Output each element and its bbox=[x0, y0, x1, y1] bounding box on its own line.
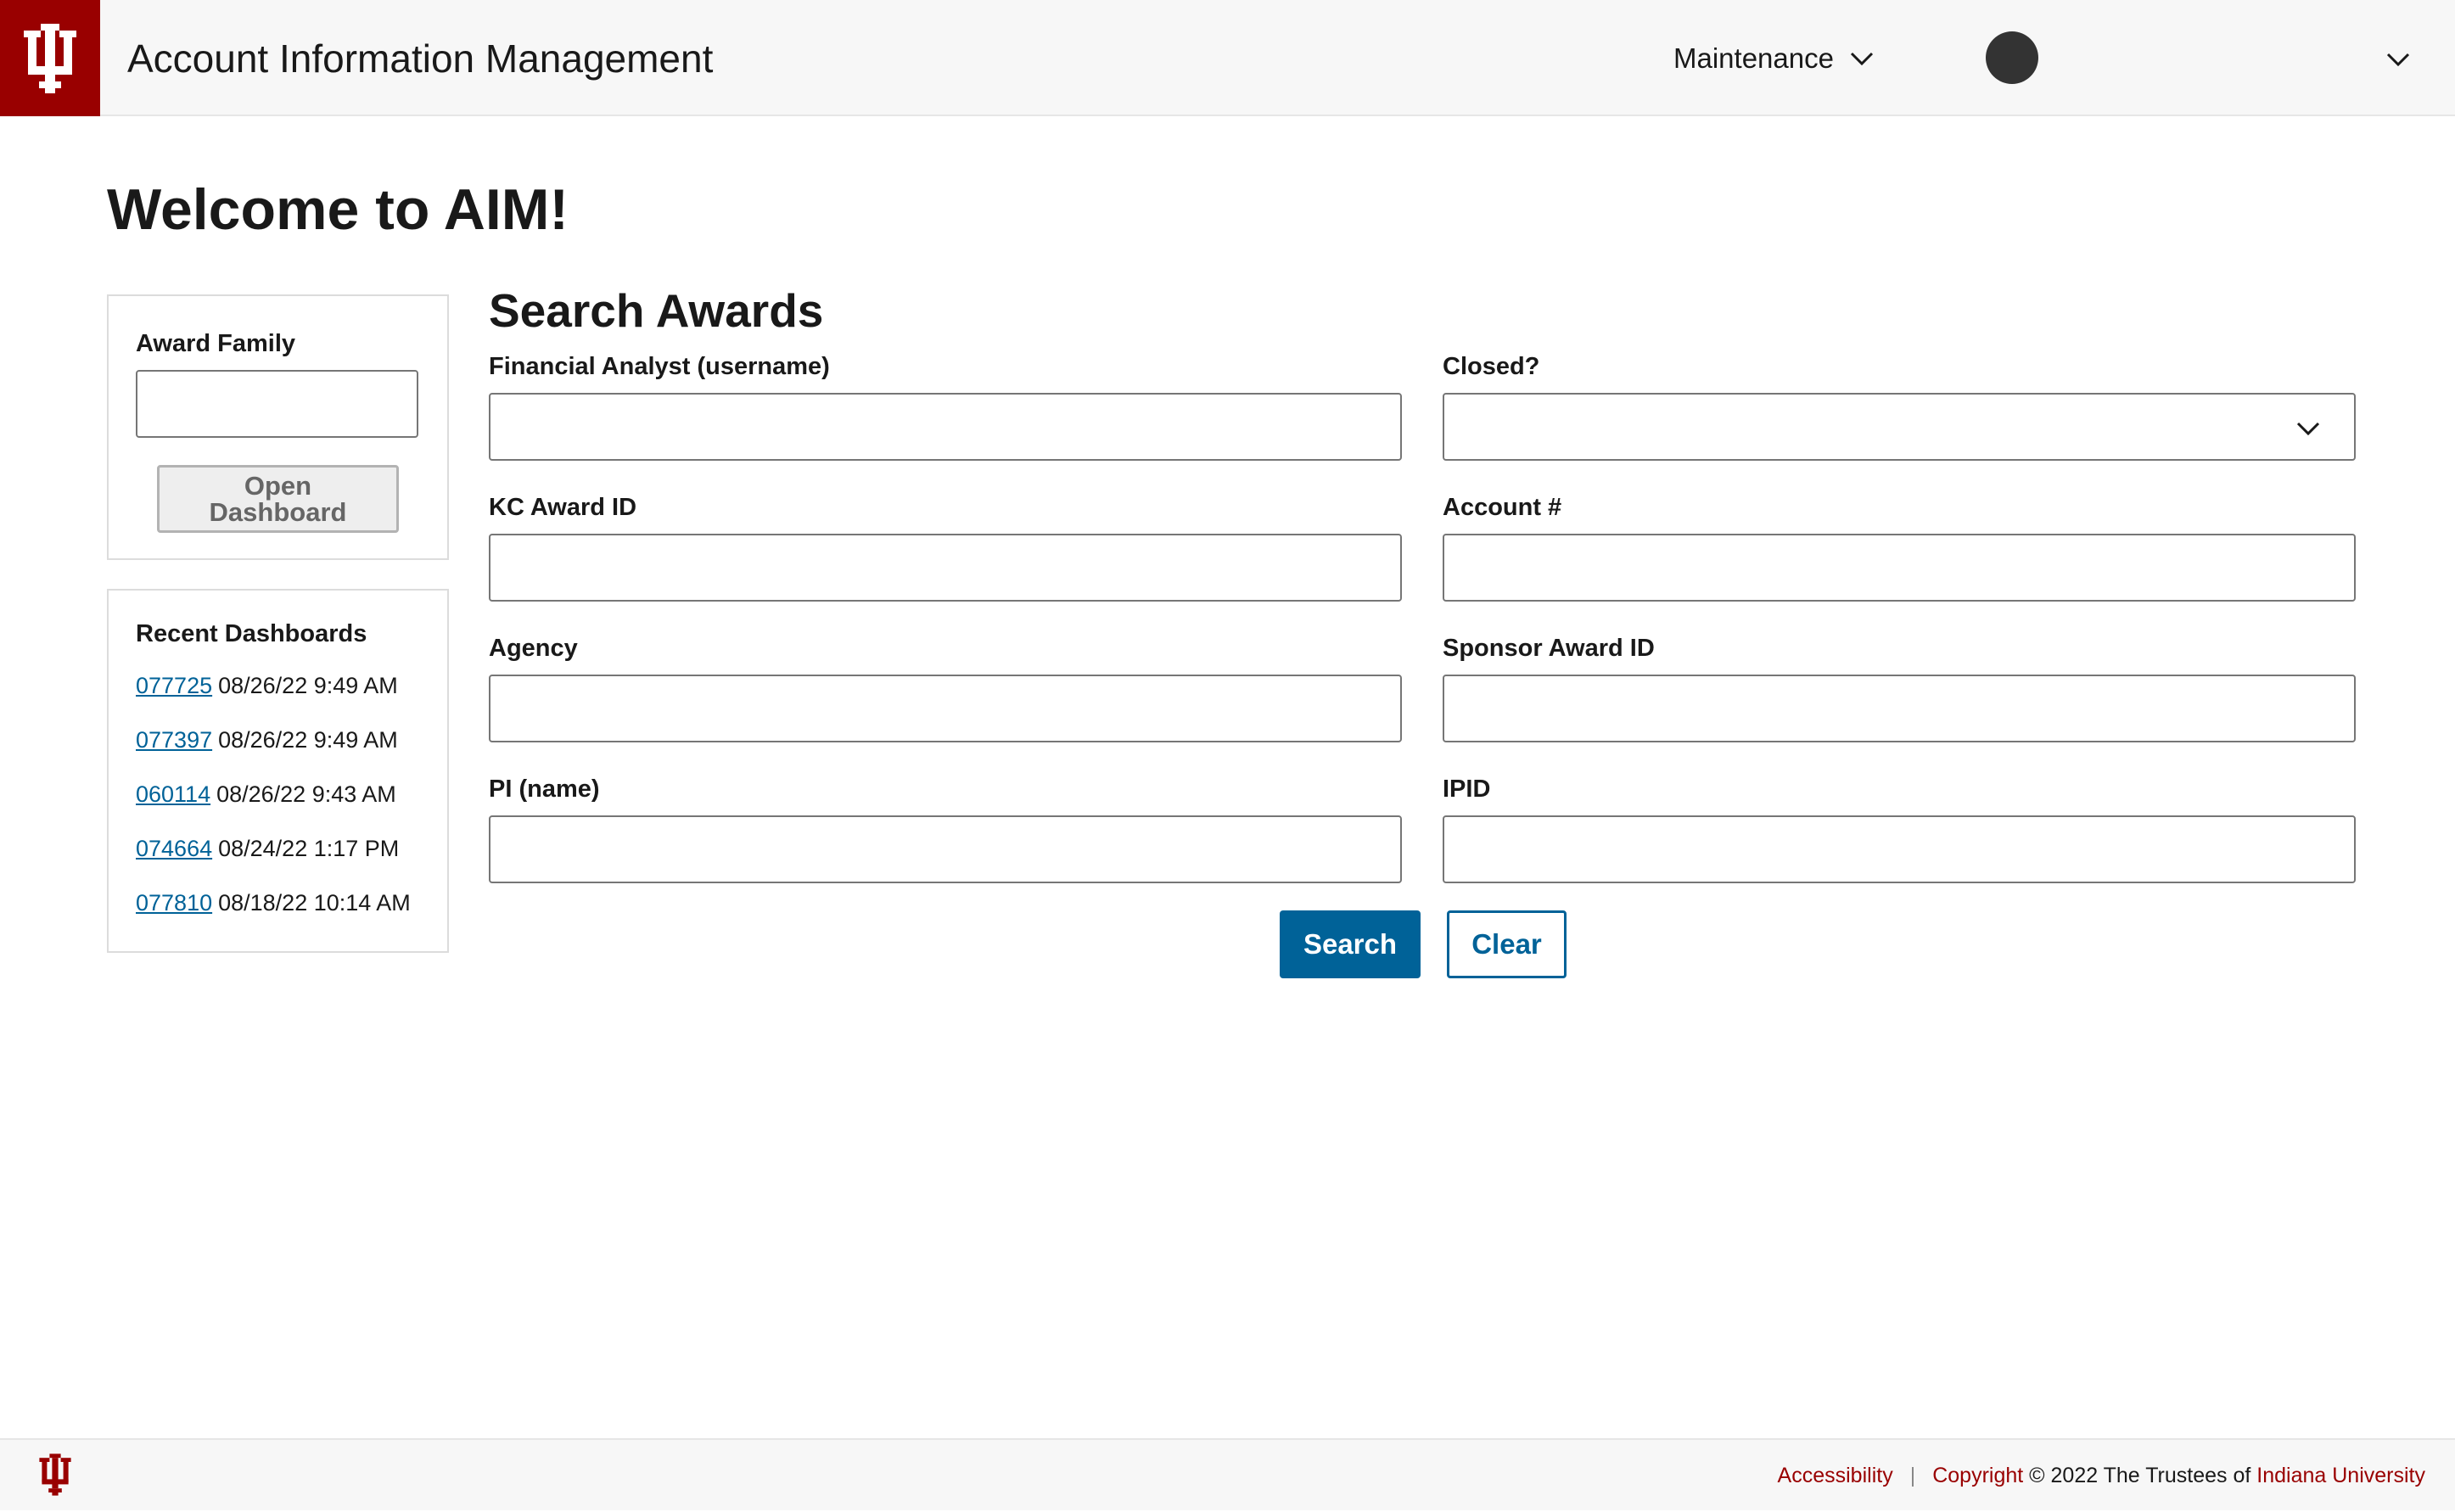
recent-dashboards-list: 077725 08/26/22 9:49 AM 077397 08/26/22 … bbox=[136, 673, 411, 944]
clear-button[interactable]: Clear bbox=[1447, 910, 1567, 978]
copyright-text: © 2022 The Trustees of bbox=[2029, 1464, 2251, 1487]
agency-label: Agency bbox=[489, 635, 578, 662]
list-item: 060114 08/26/22 9:43 AM bbox=[136, 781, 411, 836]
page-footer: Accessibility | Copyright © 2022 The Tru… bbox=[0, 1438, 2455, 1510]
recent-dashboards-title: Recent Dashboards bbox=[136, 620, 367, 647]
award-family-label: Award Family bbox=[136, 330, 296, 357]
financial-analyst-input[interactable] bbox=[489, 393, 1402, 461]
accessibility-link[interactable]: Accessibility bbox=[1778, 1464, 1893, 1488]
open-dashboard-button[interactable]: Open Dashboard bbox=[157, 465, 399, 533]
closed-label: Closed? bbox=[1443, 353, 1540, 380]
search-button[interactable]: Search bbox=[1280, 910, 1421, 978]
list-item: 074664 08/24/22 1:17 PM bbox=[136, 836, 411, 890]
chevron-down-icon bbox=[1850, 52, 1874, 65]
sponsor-award-id-input[interactable] bbox=[1443, 675, 2356, 742]
account-label: Account # bbox=[1443, 494, 1562, 521]
maintenance-label: Maintenance bbox=[1673, 42, 1834, 74]
footer-logo[interactable] bbox=[37, 1453, 73, 1500]
pi-name-label: PI (name) bbox=[489, 776, 600, 803]
recent-dashboard-link[interactable]: 074664 bbox=[136, 836, 212, 890]
top-header: Account Information Management Maintenan… bbox=[0, 0, 2455, 116]
recent-dashboard-time: 08/24/22 1:17 PM bbox=[218, 836, 400, 861]
award-family-card: Award Family Open Dashboard bbox=[107, 294, 449, 560]
recent-dashboard-time: 08/26/22 9:43 AM bbox=[216, 781, 396, 807]
recent-dashboard-time: 08/18/22 10:14 AM bbox=[218, 890, 411, 916]
recent-dashboard-link[interactable]: 077810 bbox=[136, 890, 212, 944]
closed-select[interactable] bbox=[1443, 393, 2356, 461]
account-input[interactable] bbox=[1443, 534, 2356, 602]
award-family-input[interactable] bbox=[136, 370, 418, 438]
chevron-down-icon bbox=[2386, 53, 2410, 67]
user-avatar[interactable] bbox=[1986, 31, 2038, 84]
agency-input[interactable] bbox=[489, 675, 1402, 742]
iu-logo[interactable] bbox=[0, 0, 100, 116]
search-awards-title: Search Awards bbox=[489, 284, 824, 337]
app-title: Account Information Management bbox=[127, 36, 714, 81]
ipid-label: IPID bbox=[1443, 776, 1491, 803]
chevron-down-icon bbox=[2291, 412, 2325, 445]
list-item: 077397 08/26/22 9:49 AM bbox=[136, 727, 411, 781]
iu-trident-icon bbox=[39, 1453, 71, 1496]
footer-links: Accessibility | Copyright © 2022 The Tru… bbox=[1778, 1440, 2425, 1512]
open-dashboard-label-line1: Open bbox=[244, 471, 312, 501]
kc-award-id-label: KC Award ID bbox=[489, 494, 637, 521]
kc-award-id-input[interactable] bbox=[489, 534, 1402, 602]
sponsor-award-id-label: Sponsor Award ID bbox=[1443, 635, 1655, 662]
indiana-university-link[interactable]: Indiana University bbox=[2256, 1464, 2425, 1487]
financial-analyst-label: Financial Analyst (username) bbox=[489, 353, 830, 380]
recent-dashboard-time: 08/26/22 9:49 AM bbox=[218, 673, 398, 698]
user-menu-toggle[interactable] bbox=[2381, 42, 2415, 76]
maintenance-menu[interactable]: Maintenance bbox=[1673, 0, 1875, 116]
list-item: 077725 08/26/22 9:49 AM bbox=[136, 673, 411, 727]
footer-separator: | bbox=[1909, 1464, 1916, 1487]
ipid-input[interactable] bbox=[1443, 815, 2356, 883]
copyright-link[interactable]: Copyright bbox=[1932, 1464, 2023, 1487]
recent-dashboard-time: 08/26/22 9:49 AM bbox=[218, 727, 398, 753]
recent-dashboard-link[interactable]: 060114 bbox=[136, 781, 210, 836]
recent-dashboard-link[interactable]: 077397 bbox=[136, 727, 212, 781]
recent-dashboard-link[interactable]: 077725 bbox=[136, 673, 212, 727]
open-dashboard-label-line2: Dashboard bbox=[209, 497, 347, 527]
list-item: 077810 08/18/22 10:14 AM bbox=[136, 890, 411, 944]
recent-dashboards-card: Recent Dashboards 077725 08/26/22 9:49 A… bbox=[107, 589, 449, 953]
iu-trident-icon bbox=[24, 23, 76, 93]
pi-name-input[interactable] bbox=[489, 815, 1402, 883]
page-title: Welcome to AIM! bbox=[107, 177, 569, 242]
